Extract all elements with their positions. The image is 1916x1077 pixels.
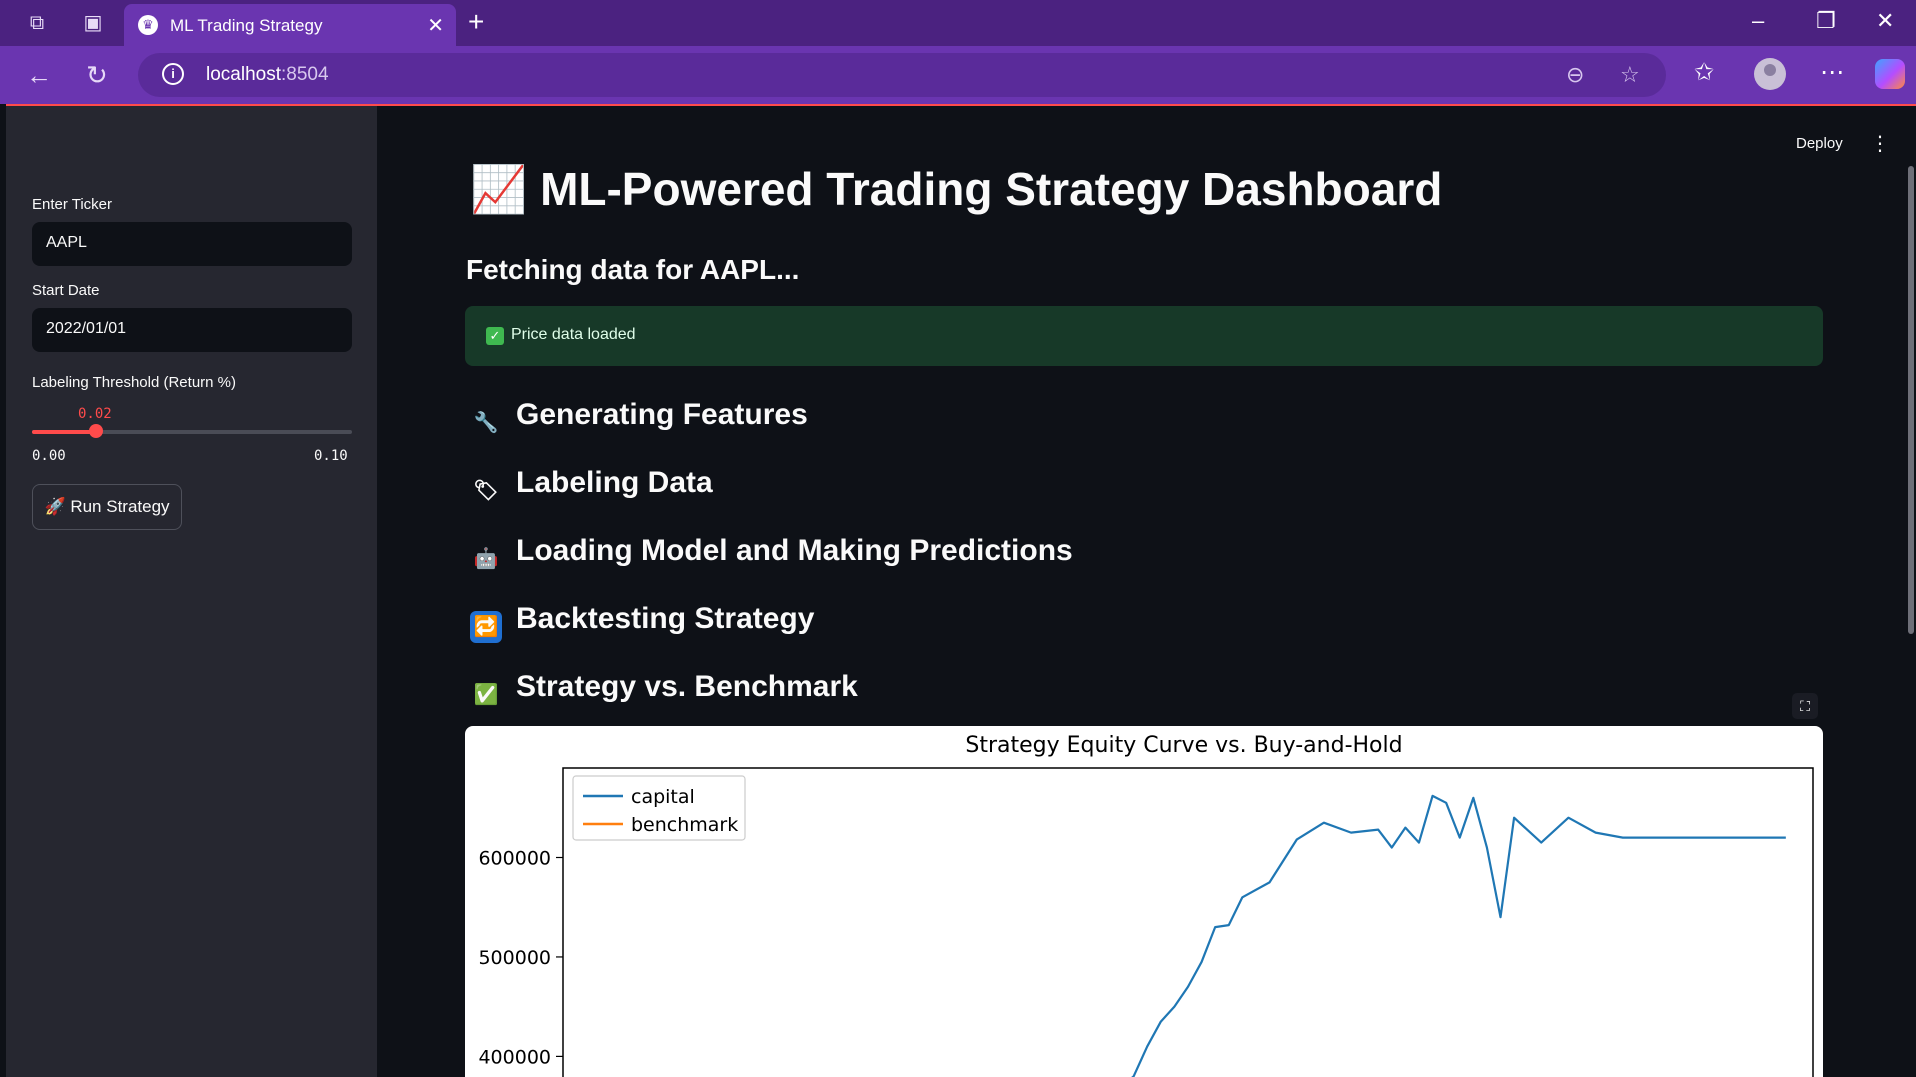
equity-chart: Strategy Equity Curve vs. Buy-and-Hold 40…	[465, 726, 1823, 1077]
tab-actions-icon[interactable]: ▣	[78, 10, 108, 36]
check-icon: ✓	[486, 327, 504, 345]
restore-icon[interactable]: ❐	[1816, 8, 1836, 34]
deploy-button[interactable]: Deploy	[1796, 135, 1843, 152]
slider-thumb[interactable]	[89, 424, 103, 438]
site-info-icon[interactable]: i	[162, 63, 184, 85]
slider-min-label: 0.00	[32, 448, 66, 464]
step-backtesting: 🔁 Backtesting Strategy	[470, 602, 814, 643]
run-strategy-button[interactable]: 🚀 Run Strategy	[32, 484, 182, 530]
main-menu-icon[interactable]: ⋮	[1870, 131, 1890, 156]
app-frame: Enter Ticker AAPL Start Date 2022/01/01 …	[6, 104, 1916, 1077]
chart-title: Strategy Equity Curve vs. Buy-and-Hold	[965, 733, 1402, 758]
y-tick-label: 600000	[478, 848, 551, 870]
back-icon[interactable]: ←	[26, 60, 52, 91]
streamlit-favicon-icon: ♛	[138, 15, 158, 35]
step-labeling-data: 🏷 Labeling Data	[470, 466, 712, 507]
threshold-slider[interactable]	[32, 424, 352, 438]
plot-frame	[562, 767, 1814, 1077]
scrollbar[interactable]	[1908, 166, 1914, 634]
ticker-label: Enter Ticker	[32, 196, 113, 213]
profile-avatar[interactable]	[1754, 58, 1786, 90]
copilot-icon[interactable]	[1875, 59, 1905, 89]
address-bar[interactable]: i localhost:8504 ⊖ ☆	[138, 53, 1666, 97]
threshold-value: 0.02	[78, 406, 112, 422]
new-tab-icon[interactable]: +	[468, 6, 484, 38]
y-tick-label: 400000	[478, 1046, 551, 1068]
success-text: Price data loaded	[511, 326, 636, 343]
wrench-icon: 🔧	[473, 412, 499, 434]
start-date-label: Start Date	[32, 282, 100, 299]
threshold-label: Labeling Threshold (Return %)	[32, 374, 237, 391]
label-tag-icon: 🏷	[473, 480, 499, 502]
slider-fill	[32, 430, 96, 434]
zoom-out-icon[interactable]: ⊖	[1566, 62, 1584, 88]
browser-tab-bar: ⧉ ▣ ♛ ML Trading Strategy ✕ + – ❐ ✕	[0, 0, 1916, 46]
y-tick-label: 500000	[478, 947, 551, 969]
repeat-icon: 🔁	[470, 611, 502, 643]
favorite-star-icon[interactable]: ☆	[1620, 62, 1640, 88]
url-text[interactable]: localhost:8504	[206, 64, 329, 86]
legend-label-benchmark: benchmark	[631, 814, 738, 836]
close-window-icon[interactable]: ✕	[1876, 8, 1894, 34]
reload-icon[interactable]: ↻	[86, 60, 108, 91]
workspaces-icon[interactable]: ⧉	[22, 10, 52, 36]
tab-title: ML Trading Strategy	[170, 16, 323, 35]
close-tab-icon[interactable]: ✕	[427, 13, 444, 38]
check-mark-icon: ✅	[473, 684, 499, 706]
fullscreen-icon[interactable]: ⛶	[1792, 693, 1818, 719]
chart-svg: Strategy Equity Curve vs. Buy-and-Hold 40…	[478, 733, 1814, 1077]
ticker-input[interactable]: AAPL	[32, 222, 352, 266]
success-alert: ✓ Price data loaded	[465, 306, 1823, 366]
fetching-heading: Fetching data for AAPL...	[466, 254, 800, 285]
step-strategy-vs-benchmark: ✅ Strategy vs. Benchmark	[470, 670, 858, 711]
series-line-capital	[1131, 794, 1786, 1077]
page-title: 📈 ML-Powered Trading Strategy Dashboard	[470, 163, 1443, 215]
minimize-icon[interactable]: –	[1752, 8, 1764, 34]
start-date-input[interactable]: 2022/01/01	[32, 308, 352, 352]
favorites-icon[interactable]: ✩	[1694, 58, 1714, 87]
step-generating-features: 🔧 Generating Features	[470, 398, 808, 439]
browser-tab[interactable]: ♛ ML Trading Strategy ✕	[124, 4, 456, 46]
legend-label-capital: capital	[631, 786, 695, 808]
robot-icon: 🤖	[473, 548, 499, 570]
slider-max-label: 0.10	[314, 448, 348, 464]
step-predictions: 🤖 Loading Model and Making Predictions	[470, 534, 1073, 575]
sidebar: Enter Ticker AAPL Start Date 2022/01/01 …	[6, 106, 377, 1077]
address-bar-row: ← ↻ i localhost:8504 ⊖ ☆ ✩ ⋯	[0, 46, 1916, 104]
chart-emoji-icon: 📈	[470, 163, 528, 215]
more-icon[interactable]: ⋯	[1820, 58, 1844, 87]
